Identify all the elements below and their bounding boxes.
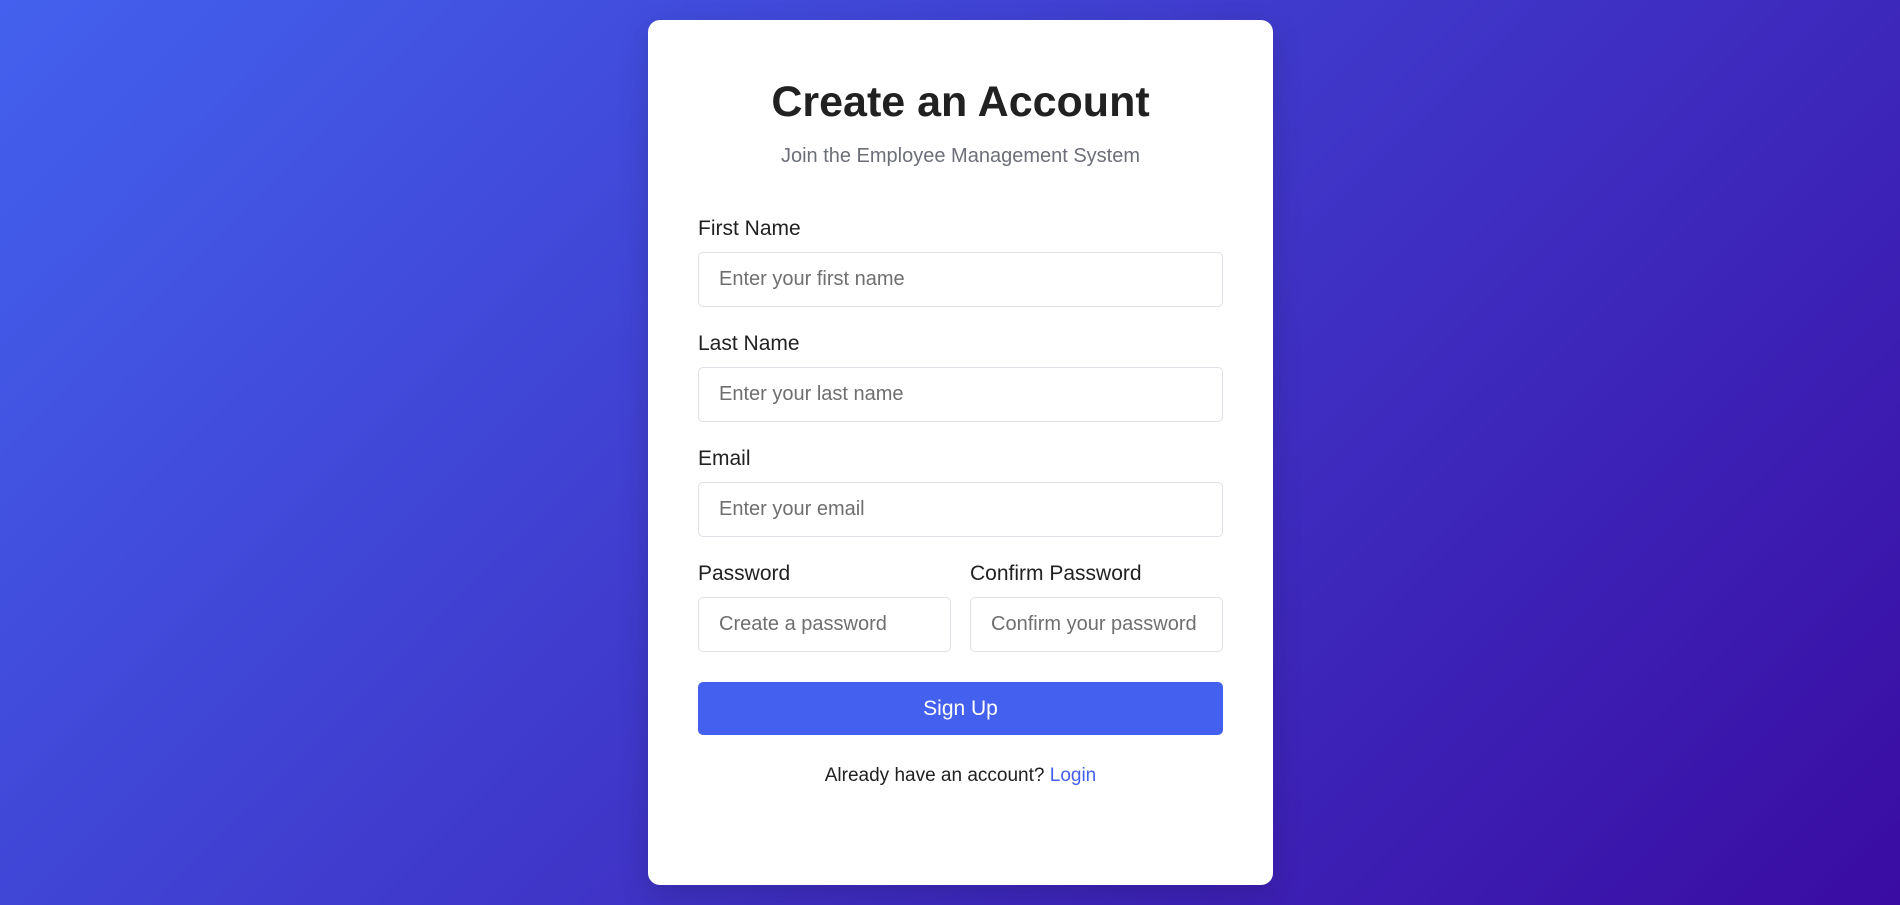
password-field: Password (698, 561, 951, 653)
last-name-label: Last Name (698, 331, 800, 355)
last-name-field: Last Name (698, 331, 1223, 422)
password-input[interactable] (698, 597, 951, 653)
confirm-password-label: Confirm Password (970, 562, 1142, 586)
first-name-input[interactable] (698, 251, 1223, 307)
login-link[interactable]: Login (1050, 765, 1097, 786)
confirm-password-input[interactable] (970, 597, 1223, 653)
login-prompt: Already have an account? Login (698, 765, 1223, 788)
login-prompt-text: Already have an account? (824, 765, 1045, 787)
page-title: Create an Account (771, 78, 1150, 126)
password-label: Password (698, 562, 791, 586)
email-label: Email (698, 446, 751, 470)
signup-form: First Name Last Name Email Password Conf… (698, 216, 1223, 736)
signup-card: Create an Account Join the Employee Mana… (648, 20, 1273, 885)
last-name-input[interactable] (698, 366, 1223, 422)
email-input[interactable] (698, 482, 1223, 538)
first-name-field: First Name (698, 216, 1223, 307)
sign-up-button[interactable]: Sign Up (698, 682, 1223, 736)
password-row: Password Confirm Password (698, 561, 1223, 676)
email-field: Email (698, 446, 1223, 538)
first-name-label: First Name (698, 216, 801, 240)
confirm-password-field: Confirm Password (970, 561, 1223, 653)
page-subtitle: Join the Employee Management System (780, 144, 1141, 167)
